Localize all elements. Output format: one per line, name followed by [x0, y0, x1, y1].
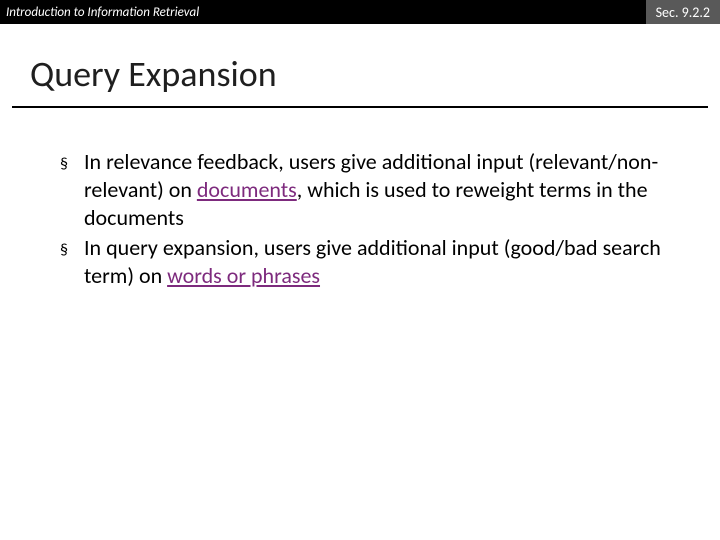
- bullet-text: In query expansion, users give additiona…: [84, 234, 672, 290]
- bullet-underline: words or phrases: [167, 262, 320, 289]
- bullet-mark-icon: §: [60, 148, 84, 180]
- bullet-mark-icon: §: [60, 234, 84, 266]
- header-bar: Introduction to Information Retrieval Se…: [0, 0, 720, 24]
- section-badge: Sec. 9.2.2: [646, 0, 720, 24]
- bullet-underline: documents: [197, 176, 297, 203]
- bullet-item: § In relevance feedback, users give addi…: [60, 148, 672, 232]
- bullet-item: § In query expansion, users give additio…: [60, 234, 672, 290]
- content-area: § In relevance feedback, users give addi…: [0, 108, 720, 290]
- slide-title: Query Expansion: [30, 52, 690, 96]
- bullet-text: In relevance feedback, users give additi…: [84, 148, 672, 232]
- course-title: Introduction to Information Retrieval: [0, 5, 199, 20]
- title-area: Query Expansion: [0, 24, 720, 102]
